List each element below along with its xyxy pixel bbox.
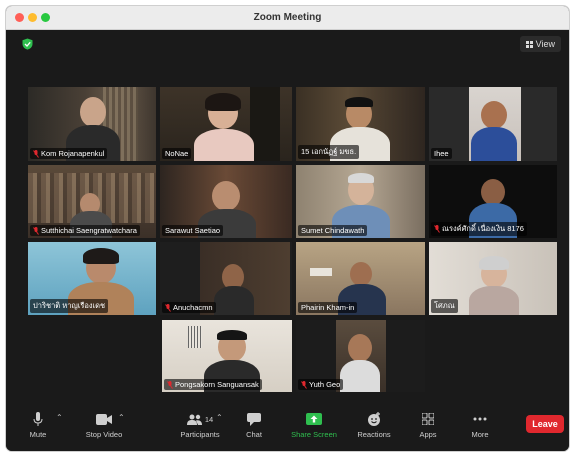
participants-options-chevron-icon[interactable]: ⌃ [216, 413, 223, 422]
grid-icon [525, 40, 533, 48]
participant-name-tag: โศภณ [431, 299, 458, 313]
participant-name-tag: Sumet Chindawath [298, 225, 368, 236]
stop-video-button[interactable]: Stop Video [72, 411, 136, 439]
muted-mic-icon [165, 303, 171, 312]
video-camera-icon [96, 413, 112, 425]
zoom-window: Zoom Meeting View Kom Rojanapenkul NoNae [6, 6, 569, 451]
apps-button[interactable]: Apps [402, 411, 454, 439]
video-tile[interactable]: โศภณ [429, 242, 557, 315]
reactions-icon [368, 412, 380, 426]
participant-name-tag: ณรงค์ศักดิ์ เนื่องเงิน 8176 [431, 222, 527, 236]
participant-name-tag: Anuchacmn [162, 302, 216, 313]
participant-name-tag: Sutthichai Saengratwatchara [30, 225, 140, 236]
participant-name-tag: Yuth Geo [298, 379, 344, 390]
video-tile[interactable]: 15 เอกนัฏฐ์ มขธ. [296, 87, 425, 161]
video-tile[interactable]: ณรงค์ศักดิ์ เนื่องเงิน 8176 [429, 165, 557, 238]
video-tile[interactable]: Sumet Chindawath [296, 165, 425, 238]
video-tile[interactable]: ปาริชาติ หาญเรืองเดช [28, 242, 156, 315]
muted-mic-icon [301, 380, 307, 389]
muted-mic-icon [167, 380, 173, 389]
video-tile[interactable]: Pongsakorn Sanguansak [162, 320, 292, 392]
title-bar: Zoom Meeting [6, 6, 569, 30]
share-screen-button[interactable]: Share Screen [284, 411, 344, 439]
participant-name-tag: Ihee [431, 148, 452, 159]
window-title: Zoom Meeting [253, 12, 322, 23]
participant-name-tag: Pongsakorn Sanguansak [164, 379, 262, 390]
participant-name-tag: Phairin Kham-in [298, 302, 358, 313]
video-tile-active-speaker[interactable]: NoNae [160, 87, 292, 161]
participant-name-tag: ปาริชาติ หาญเรืองเดช [30, 299, 109, 313]
video-tile[interactable]: Anuchacmn [160, 242, 292, 315]
video-tile[interactable]: Yuth Geo [296, 320, 425, 392]
muted-mic-icon [33, 149, 39, 158]
chat-button[interactable]: Chat [228, 411, 280, 439]
video-options-chevron-icon[interactable]: ⌃ [118, 413, 125, 422]
participant-name-tag: 15 เอกนัฏฐ์ มขธ. [298, 145, 360, 159]
video-tile[interactable]: Ihee [429, 87, 557, 161]
video-tile[interactable]: Phairin Kham-in [296, 242, 425, 315]
participant-name-tag: Sarawut Saetiao [162, 225, 224, 236]
chat-bubble-icon [247, 412, 261, 426]
microphone-icon [33, 412, 43, 426]
reactions-button[interactable]: Reactions [346, 411, 402, 439]
muted-mic-icon [33, 226, 39, 235]
view-label: View [535, 39, 555, 49]
participant-name-tag: NoNae [162, 148, 192, 159]
share-screen-icon [306, 413, 322, 425]
participants-count: 14 [204, 414, 214, 424]
mute-options-chevron-icon[interactable]: ⌃ [56, 413, 63, 422]
view-button[interactable]: View [519, 36, 561, 52]
muted-mic-icon [434, 225, 440, 233]
leave-meeting-button[interactable]: Leave [526, 415, 564, 433]
more-dots-icon [473, 417, 487, 421]
meeting-toolbar: Mute ⌃ Stop Video ⌃ 14 Participants ⌃ Ch… [6, 407, 569, 451]
video-tile[interactable]: Sutthichai Saengratwatchara [28, 165, 156, 238]
participants-icon [186, 414, 202, 425]
participant-name-tag: Kom Rojanapenkul [30, 148, 108, 159]
more-button[interactable]: More [454, 411, 506, 439]
video-tile[interactable]: Sarawut Saetiao [160, 165, 292, 238]
apps-icon [422, 413, 434, 425]
video-tile[interactable]: Kom Rojanapenkul [28, 87, 156, 161]
shield-icon[interactable] [22, 38, 33, 50]
